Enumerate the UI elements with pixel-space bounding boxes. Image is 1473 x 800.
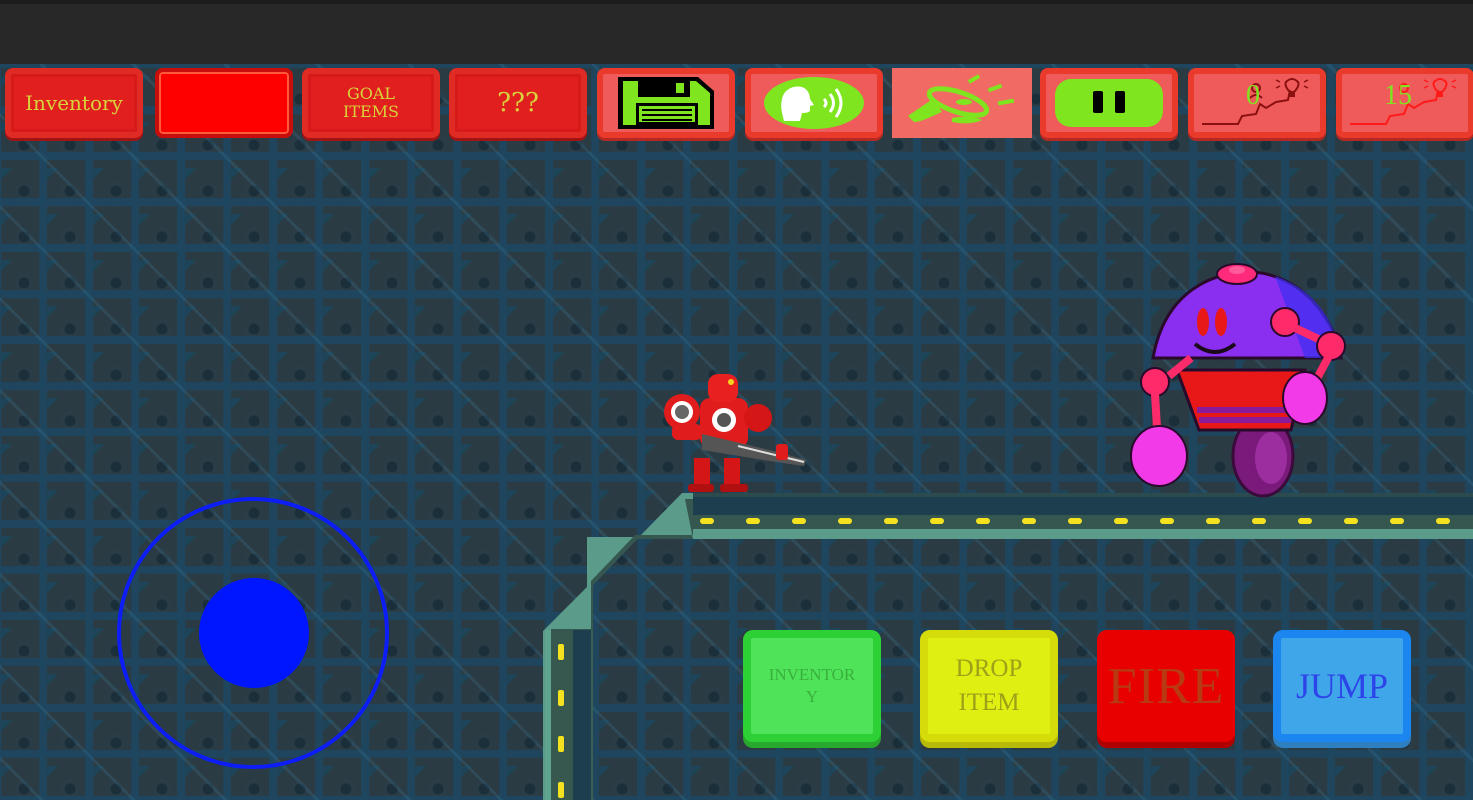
inventory-action-label: INVENTOR Y <box>769 664 856 708</box>
drop-item-label: DROP ITEM <box>956 652 1023 720</box>
speaking-head-icon <box>764 77 864 129</box>
platform-light <box>700 518 714 524</box>
progress-counter-button-2[interactable]: 15 <box>1336 68 1473 138</box>
drop-item-line1: DROP <box>955 655 1023 683</box>
goal-items-line1: GOAL <box>346 84 396 104</box>
pause-button[interactable] <box>1040 68 1178 138</box>
platform-light <box>1436 518 1450 524</box>
platform-light <box>1298 518 1312 524</box>
jump-button[interactable]: JUMP <box>1273 630 1411 742</box>
platform-light <box>746 518 760 524</box>
selected-item-slot[interactable] <box>155 68 293 138</box>
status-bar <box>0 0 1473 64</box>
inventory-action-line2: Y <box>805 687 819 706</box>
platform-light <box>838 518 852 524</box>
platform-light <box>1390 518 1404 524</box>
platform-light <box>1344 518 1358 524</box>
platform-light <box>1206 518 1220 524</box>
progress-count-2: 15 <box>1384 80 1412 111</box>
save-button[interactable] <box>597 68 735 138</box>
pillar-light <box>558 736 564 752</box>
inventory-action-button[interactable]: INVENTOR Y <box>743 630 881 742</box>
pillar-light <box>558 690 564 706</box>
drop-item-line2: ITEM <box>958 689 1020 716</box>
platform-light <box>930 518 944 524</box>
goal-items-label: GOAL ITEMS <box>343 85 399 120</box>
pause-icon <box>1055 79 1163 127</box>
platform-light <box>1068 518 1082 524</box>
platform-light <box>1160 518 1174 524</box>
mystery-label: ??? <box>497 87 539 118</box>
inventory-action-line1: INVENTOR <box>768 664 856 684</box>
drop-item-button[interactable]: DROP ITEM <box>920 630 1058 742</box>
player-robot <box>664 374 806 492</box>
platform-light <box>1022 518 1036 524</box>
voice-button[interactable] <box>745 68 883 138</box>
platform-light <box>976 518 990 524</box>
inventory-button[interactable]: Inventory <box>5 68 143 138</box>
enemy-robot <box>1130 263 1346 498</box>
joystick-knob[interactable] <box>199 578 309 688</box>
pillar-light <box>558 644 564 660</box>
floppy-disk-icon <box>618 77 714 129</box>
mystery-button[interactable]: ??? <box>449 68 587 138</box>
platform-light <box>792 518 806 524</box>
platform-light <box>884 518 898 524</box>
goal-items-line2: ITEMS <box>342 102 399 121</box>
megaphone-icon <box>908 74 1015 124</box>
platform-light <box>1252 518 1266 524</box>
sound-toggle-button[interactable] <box>892 68 1032 138</box>
jump-label: JUMP <box>1295 666 1389 706</box>
progress-count-1: 0 <box>1246 80 1260 111</box>
platform-light <box>1114 518 1128 524</box>
goal-items-button[interactable]: GOAL ITEMS <box>302 68 440 138</box>
pillar-light <box>558 782 564 798</box>
platform-pillar <box>545 630 593 800</box>
fire-label: FIRE <box>1107 657 1225 715</box>
progress-counter-button-1[interactable]: 0 <box>1188 68 1326 138</box>
fire-button[interactable]: FIRE <box>1097 630 1235 742</box>
inventory-label: Inventory <box>25 91 123 115</box>
